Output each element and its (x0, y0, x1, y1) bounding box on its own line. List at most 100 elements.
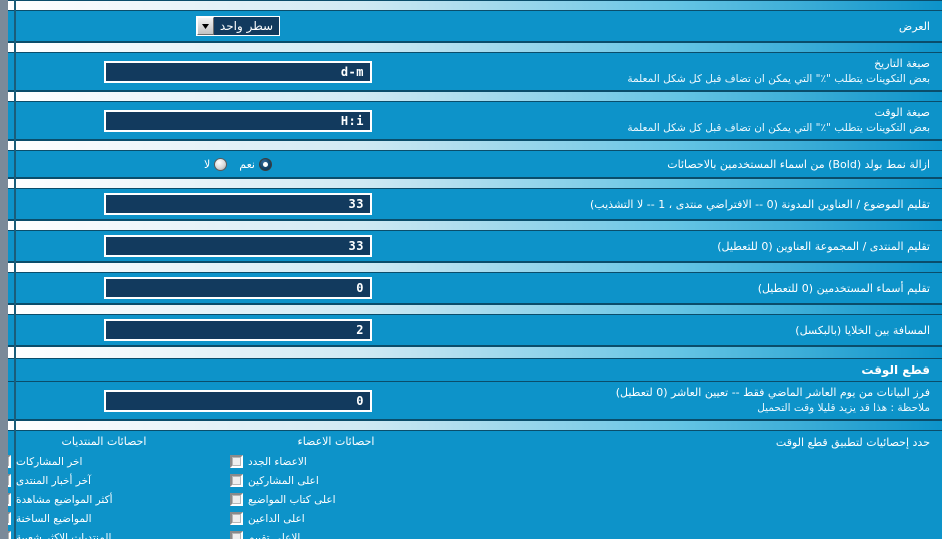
desc-time-format: بعض التكوينات يتطلب "٪" التي يمكن ان تضا… (627, 122, 930, 134)
row-display: العرض سطر واحد (8, 11, 942, 42)
list-item-label: آخر أخبار المنتدى (16, 474, 91, 487)
options-panel: العرض سطر واحد صيغة التاريخ بعض التكوينا… (8, 0, 942, 539)
time-format-input[interactable] (104, 109, 372, 132)
separator-2 (8, 91, 942, 102)
list-item[interactable]: الاعلى تقييم (220, 528, 452, 539)
row-cutoff-days: فرز البيانات من يوم العاشر الماضي فقط --… (8, 382, 942, 420)
checkbox-icon[interactable] (230, 493, 243, 506)
label-section-cutoff-cell: قطع الوقت (460, 363, 934, 378)
separator-section (8, 346, 942, 359)
label-trim-thread-titles: تقليم الموضوع / العناوين المدونة (0 -- ا… (590, 197, 930, 211)
separator-8 (8, 420, 942, 431)
checkbox-icon[interactable] (230, 474, 243, 487)
date-format-input[interactable] (104, 60, 372, 83)
list-item-label: اخر المشاركات (16, 455, 83, 468)
display-mode-select[interactable]: سطر واحد (195, 16, 281, 36)
remove-bold-radio-group[interactable]: نعم لا (204, 157, 272, 171)
radio-selected-icon[interactable] (259, 157, 272, 171)
stats-column-forums-header: احصائات المنتديات (61, 435, 147, 448)
checkbox-icon[interactable] (8, 474, 11, 487)
checkbox-icon[interactable] (8, 455, 11, 468)
list-item-label: المنتديات الاكثر شعبية (16, 531, 112, 539)
separator-top (8, 0, 942, 11)
list-item[interactable]: الاعضاء الجدد (220, 452, 452, 471)
display-mode-select-value: سطر واحد (219, 19, 274, 33)
checkbox-icon[interactable] (8, 531, 11, 539)
label-select-stats: حدد إحصائيات لتطبيق قطع الوقت (775, 436, 930, 449)
desc-date-format: بعض التكوينات يتطلب "٪" التي يمكن ان تضا… (627, 73, 930, 85)
row-time-format: صيغة الوقت بعض التكوينات يتطلب "٪" التي … (8, 102, 942, 140)
note-cutoff-days: ملاحظة : هذا قد يزيد قليلا وقت التحميل (757, 402, 930, 414)
list-item-label: الاعلى تقييم (248, 531, 301, 539)
stats-column-members-header: احصائات الاعضاء (297, 435, 375, 448)
separator-7 (8, 304, 942, 315)
list-item[interactable]: أكثر المواضيع مشاهدة (8, 490, 220, 509)
list-item[interactable]: اخر المشاركات (8, 452, 220, 471)
label-trim-thread-titles-cell: تقليم الموضوع / العناوين المدونة (0 -- ا… (460, 197, 934, 212)
stats-checkbox-columns: احصائات الاعضاء الاعضاء الجدد اعلى المشا… (8, 435, 460, 539)
row-trim-thread-titles: تقليم الموضوع / العناوين المدونة (0 -- ا… (8, 189, 942, 220)
list-item-label: اعلى المشاركين (248, 474, 319, 487)
row-trim-usernames: تقليم أسماء المستخدمين (0 للتعطيل) (8, 273, 942, 304)
label-display: العرض (898, 19, 930, 33)
list-item[interactable]: المنتديات الاكثر شعبية (8, 528, 220, 539)
remove-bold-yes-option[interactable]: نعم (239, 157, 272, 171)
label-cell-spacing-cell: المسافة بين الخلايا (بالبكسل) (460, 323, 934, 338)
trim-usernames-input[interactable] (104, 277, 372, 299)
options-page: العرض سطر واحد صيغة التاريخ بعض التكوينا… (0, 0, 942, 539)
separator-1 (8, 42, 942, 53)
separator-3 (8, 140, 942, 151)
checkbox-icon[interactable] (230, 531, 243, 539)
label-remove-bold: ازالة نمط بولد (Bold) من اسماء المستخدمي… (667, 157, 930, 171)
row-cell-spacing: المسافة بين الخلايا (بالبكسل) (8, 315, 942, 346)
list-item-label: المواضيع الساخنة (16, 512, 92, 525)
row-date-format: صيغة التاريخ بعض التكوينات يتطلب "٪" الت… (8, 53, 942, 91)
label-cutoff-days-cell: فرز البيانات من يوم العاشر الماضي فقط --… (460, 385, 934, 416)
label-remove-bold-cell: ازالة نمط بولد (Bold) من اسماء المستخدمي… (460, 157, 934, 172)
label-display-cell: العرض (460, 19, 934, 34)
row-select-stats: حدد إحصائيات لتطبيق قطع الوقت احصائات ال… (8, 431, 942, 539)
label-time-format: صيغة الوقت (874, 106, 930, 119)
label-date-format-cell: صيغة التاريخ بعض التكوينات يتطلب "٪" الت… (460, 56, 934, 87)
label-trim-usernames-cell: تقليم أسماء المستخدمين (0 للتعطيل) (460, 281, 934, 296)
trim-thread-titles-input[interactable] (104, 193, 372, 215)
separator-5 (8, 220, 942, 231)
remove-bold-no-option[interactable]: لا (204, 157, 228, 171)
checkbox-icon[interactable] (230, 512, 243, 525)
separator-4 (8, 178, 942, 189)
label-cutoff-days: فرز البيانات من يوم العاشر الماضي فقط --… (615, 386, 930, 399)
label-trim-usernames: تقليم أسماء المستخدمين (0 للتعطيل) (757, 281, 930, 295)
row-trim-forum-titles: تقليم المنتدى / المجموعة العناوين (0 للت… (8, 231, 942, 262)
chevron-down-icon[interactable] (196, 17, 214, 35)
stats-column-forums: احصائات المنتديات اخر المشاركات آخر أخبا… (8, 435, 220, 539)
row-section-cutoff: قطع الوقت (8, 359, 942, 382)
radio-unselected-icon[interactable] (214, 157, 228, 171)
label-cell-spacing: المسافة بين الخلايا (بالبكسل) (795, 323, 930, 337)
separator-6 (8, 262, 942, 273)
list-item-label: أكثر المواضيع مشاهدة (16, 493, 113, 506)
label-time-format-cell: صيغة الوقت بعض التكوينات يتطلب "٪" التي … (460, 105, 934, 136)
checkbox-icon[interactable] (8, 512, 11, 525)
section-title-cutoff: قطع الوقت (861, 362, 930, 377)
stats-column-members: احصائات الاعضاء الاعضاء الجدد اعلى المشا… (220, 435, 452, 539)
list-item-label: اعلى الداعين (248, 512, 305, 525)
cell-spacing-input[interactable] (104, 319, 372, 341)
label-select-stats-cell: حدد إحصائيات لتطبيق قطع الوقت (460, 435, 934, 450)
checkbox-icon[interactable] (8, 493, 11, 506)
remove-bold-yes-label: نعم (239, 157, 255, 171)
list-item-label: الاعضاء الجدد (248, 455, 307, 468)
label-trim-forum-titles-cell: تقليم المنتدى / المجموعة العناوين (0 للت… (460, 239, 934, 254)
row-remove-bold: ازالة نمط بولد (Bold) من اسماء المستخدمي… (8, 151, 942, 178)
list-item[interactable]: اعلى كتاب المواضيع (220, 490, 452, 509)
label-date-format: صيغة التاريخ (874, 57, 930, 70)
list-item[interactable]: اعلى الداعين (220, 509, 452, 528)
cutoff-days-input[interactable] (104, 389, 372, 412)
label-trim-forum-titles: تقليم المنتدى / المجموعة العناوين (0 للت… (717, 239, 930, 253)
checkbox-icon[interactable] (230, 455, 243, 468)
list-item[interactable]: المواضيع الساخنة (8, 509, 220, 528)
remove-bold-no-label: لا (204, 157, 211, 171)
list-item[interactable]: آخر أخبار المنتدى (8, 471, 220, 490)
trim-forum-titles-input[interactable] (104, 235, 372, 257)
list-item[interactable]: اعلى المشاركين (220, 471, 452, 490)
list-item-label: اعلى كتاب المواضيع (248, 493, 336, 506)
